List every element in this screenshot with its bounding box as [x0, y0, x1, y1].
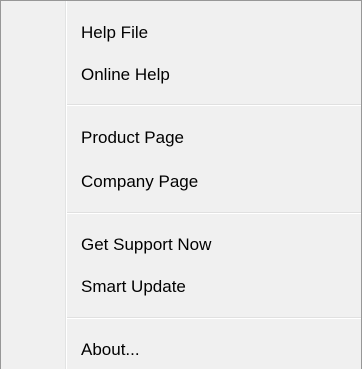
menu-item-about[interactable]: About... — [67, 332, 362, 368]
menu-icon-gutter — [1, 1, 62, 369]
menu-separator — [67, 317, 361, 319]
menu-separator — [67, 212, 361, 214]
menu-separator — [67, 104, 361, 106]
help-context-menu: Help File Online Help Product Page Compa… — [0, 0, 362, 369]
menu-item-product-page[interactable]: Product Page — [67, 120, 362, 156]
menu-item-smart-update[interactable]: Smart Update — [67, 269, 362, 305]
menu-item-help-file[interactable]: Help File — [67, 15, 362, 51]
menu-item-company-page[interactable]: Company Page — [67, 164, 362, 200]
menu-item-online-help[interactable]: Online Help — [67, 57, 362, 93]
menu-item-get-support-now[interactable]: Get Support Now — [67, 227, 362, 263]
